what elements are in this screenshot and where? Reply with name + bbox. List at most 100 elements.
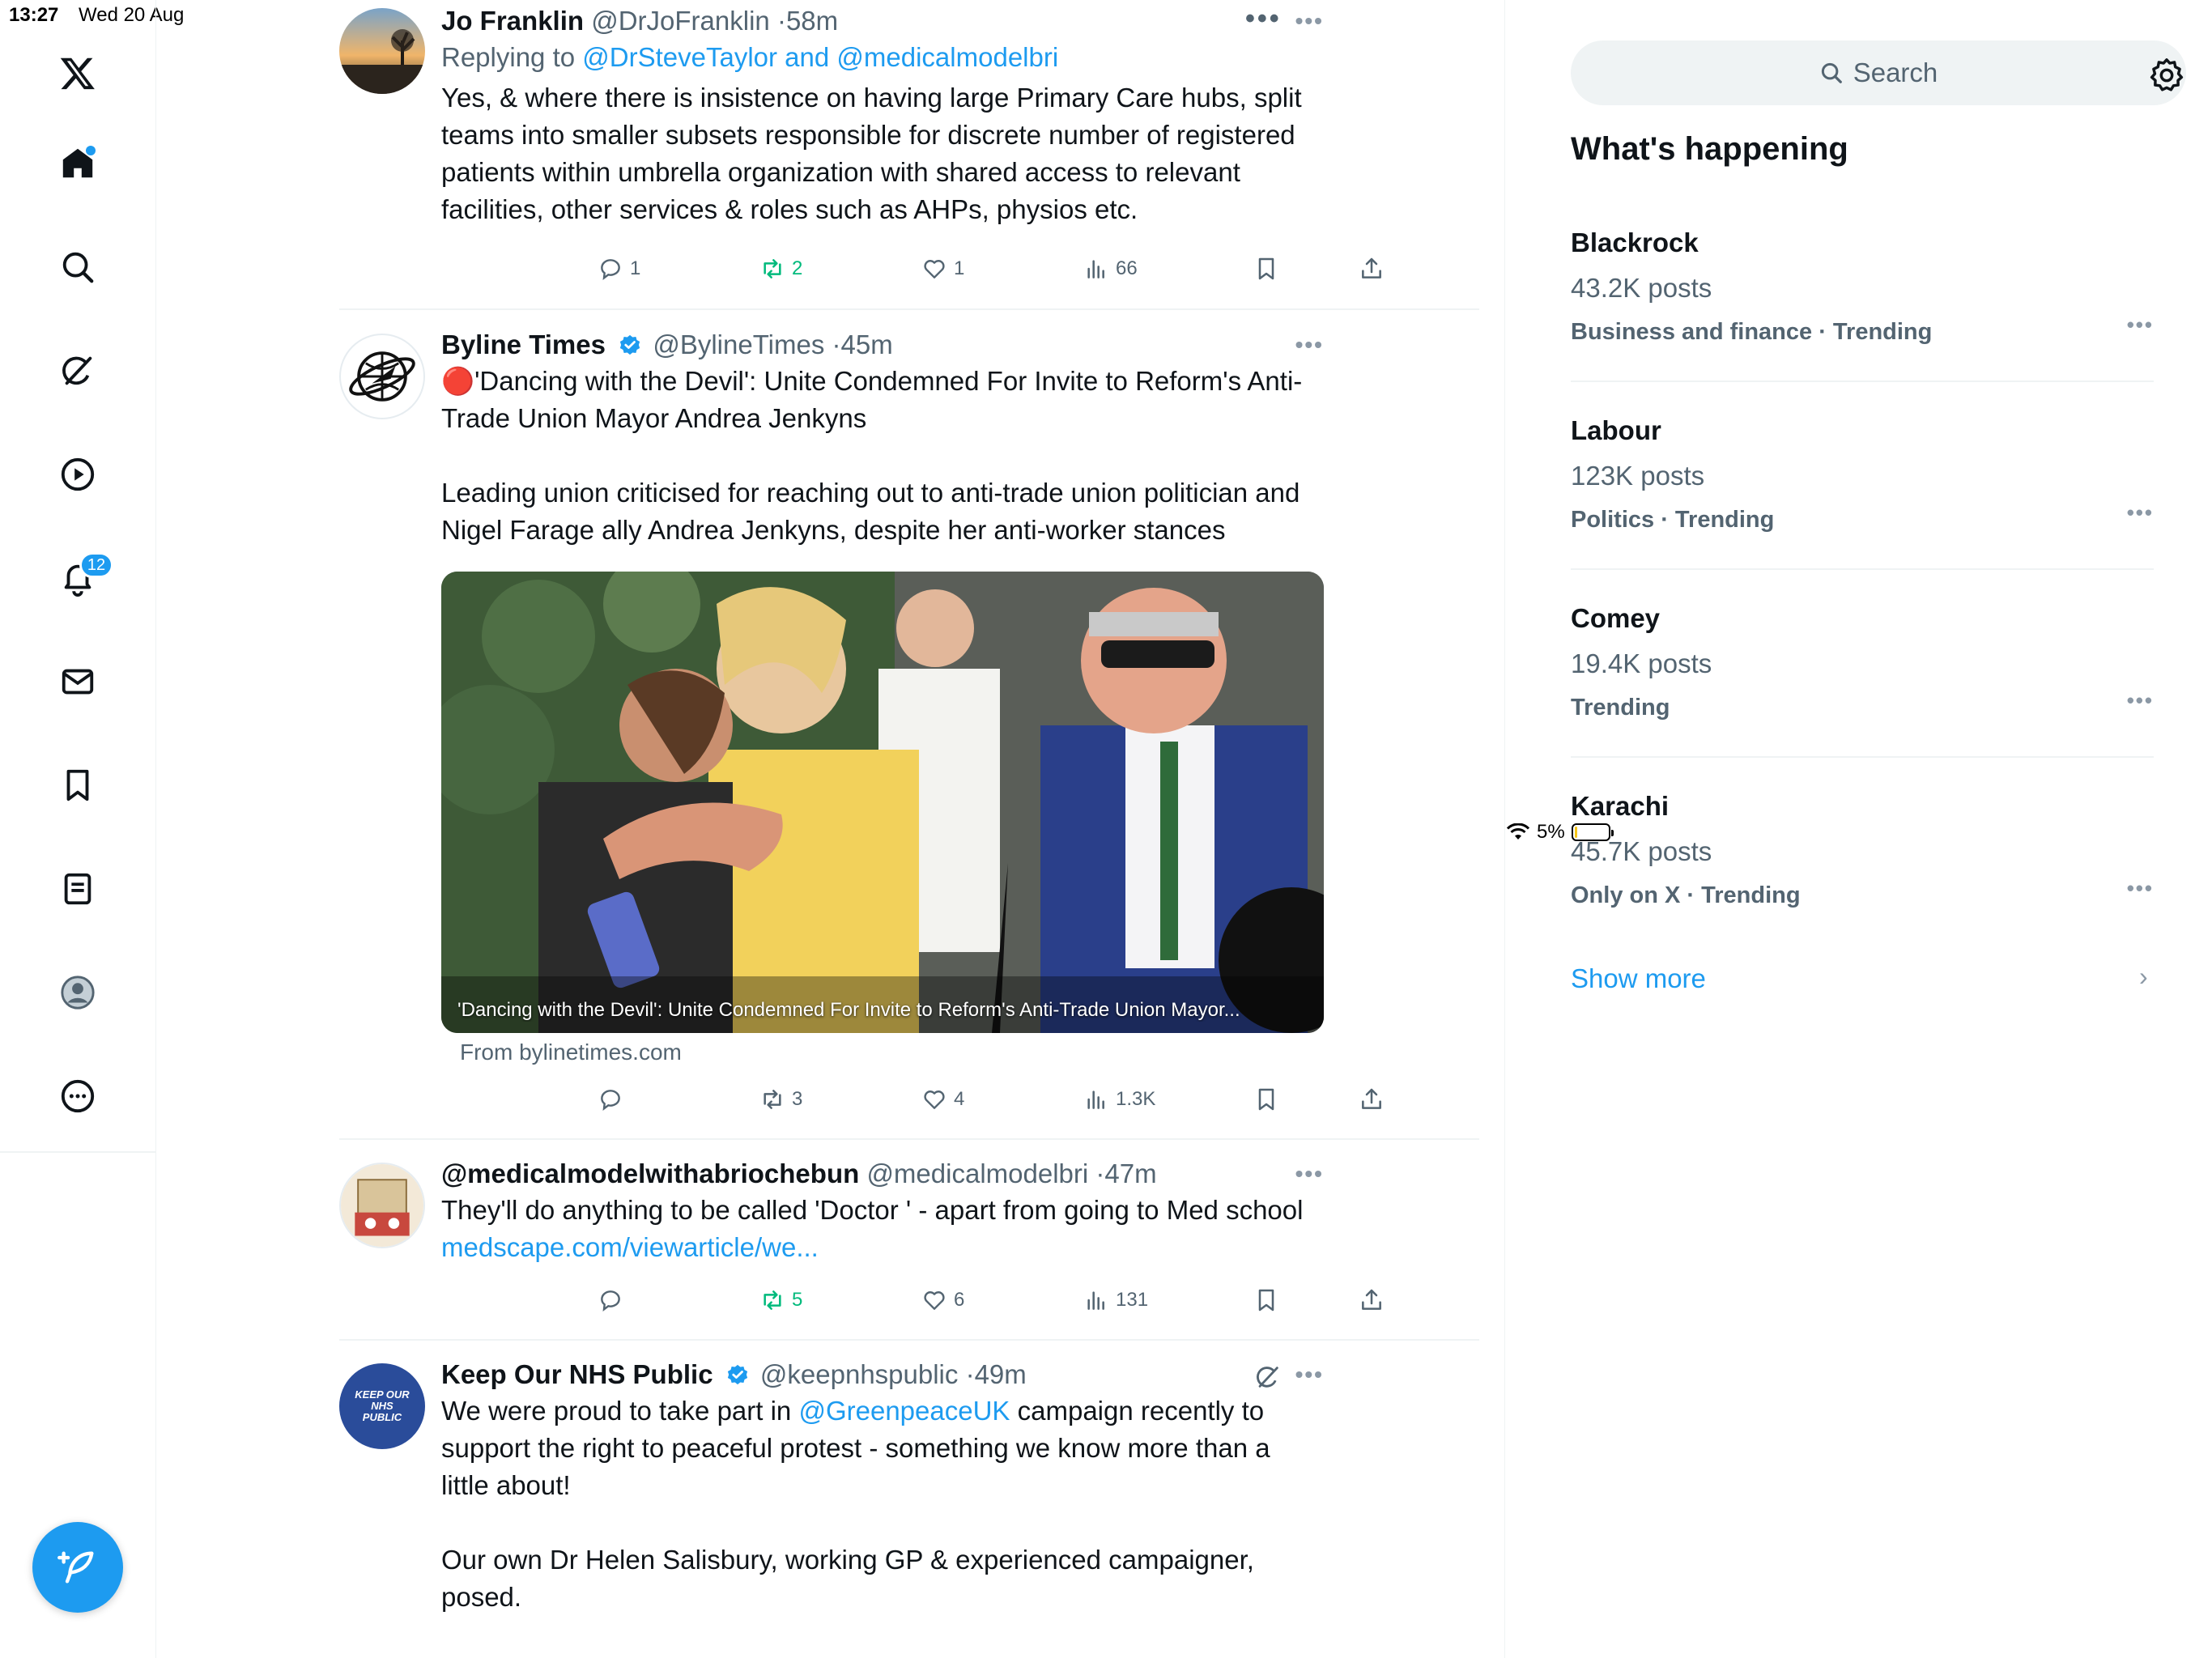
- like-count: 1: [954, 257, 965, 279]
- show-more-link[interactable]: Show more: [1571, 963, 1706, 994]
- like-button[interactable]: 6: [921, 1287, 964, 1313]
- trend-item[interactable]: Karachi 45.7K posts Only on X · Trending…: [1571, 789, 2154, 912]
- views-button[interactable]: 131: [1083, 1287, 1148, 1313]
- nav-divider: [0, 1151, 156, 1153]
- avatar[interactable]: KEEP OUR NHS PUBLIC: [339, 1363, 425, 1449]
- tweet-text: We were proud to take part in: [441, 1396, 792, 1426]
- tweet-text: They'll do anything to be called 'Doctor…: [441, 1195, 1304, 1225]
- trend-more-icon[interactable]: •••: [2127, 688, 2154, 713]
- tweet-time[interactable]: 58m: [786, 6, 838, 36]
- author-handle[interactable]: @keepnhspublic: [760, 1359, 959, 1389]
- tweet-text-2: Our own Dr Helen Salisbury, working GP &…: [441, 1545, 1254, 1612]
- x-logo-icon[interactable]: [45, 40, 110, 105]
- bookmark-button[interactable]: [1253, 256, 1279, 282]
- tweet-time[interactable]: 49m: [975, 1359, 1027, 1389]
- share-button[interactable]: [1359, 256, 1385, 282]
- author-name[interactable]: Keep Our NHS Public: [441, 1359, 713, 1389]
- views-icon: [1087, 1090, 1104, 1109]
- reply-button[interactable]: [598, 1086, 630, 1112]
- compose-feather-icon: [57, 1551, 94, 1584]
- trend-item[interactable]: Comey 19.4K posts Trending •••: [1571, 601, 2154, 724]
- trend-category: Business and finance · Trending: [1571, 319, 1933, 345]
- tweet-time[interactable]: 47m: [1104, 1158, 1156, 1188]
- right-sidebar: Search What's happening Blackrock 43.2K …: [1506, 0, 2212, 1658]
- video-icon[interactable]: [45, 442, 110, 507]
- share-button[interactable]: [1359, 1086, 1385, 1112]
- share-button[interactable]: [1359, 1287, 1385, 1313]
- reply-button[interactable]: 1: [598, 256, 640, 282]
- trend-more-icon[interactable]: •••: [2127, 312, 2154, 338]
- link-card-title: 'Dancing with the Devil': Unite Condemne…: [457, 999, 1240, 1021]
- tweet-link[interactable]: medscape.com/viewarticle/we...: [441, 1232, 819, 1262]
- home-unread-dot: [86, 146, 96, 155]
- trend-divider: [1571, 380, 2154, 382]
- like-count: 4: [954, 1088, 965, 1110]
- trend-item[interactable]: Blackrock 43.2K posts Business and finan…: [1571, 225, 2154, 348]
- settings-gear-icon[interactable]: [2148, 57, 2185, 94]
- tweet-more-icon[interactable]: •••: [1295, 1161, 1324, 1187]
- separator: ·: [965, 1359, 975, 1389]
- search-input[interactable]: Search: [1571, 40, 2186, 105]
- more-icon[interactable]: [45, 1064, 110, 1129]
- author-name[interactable]: @medicalmodelwithabriochebun: [441, 1158, 859, 1188]
- tweet-header: @medicalmodelwithabriochebun @medicalmod…: [441, 1156, 1324, 1192]
- author-handle[interactable]: @medicalmodelbri: [866, 1158, 1088, 1188]
- tweet-more-icon[interactable]: •••: [1295, 1362, 1324, 1388]
- trend-item[interactable]: Labour 123K posts Politics · Trending ••…: [1571, 413, 2154, 536]
- views-button[interactable]: 1.3K: [1083, 1086, 1155, 1112]
- tweet-mention[interactable]: @GreenpeaceUK: [798, 1396, 1010, 1426]
- like-icon: [924, 1090, 945, 1109]
- repost-icon: [764, 1290, 781, 1310]
- repost-button[interactable]: 2: [759, 256, 802, 282]
- grok-icon[interactable]: [1254, 1363, 1282, 1391]
- verified-badge-icon: [727, 1364, 747, 1385]
- author-handle[interactable]: @BylineTimes: [653, 329, 824, 359]
- like-button[interactable]: 4: [921, 1086, 964, 1112]
- tweet-more-icon[interactable]: •••: [1295, 332, 1324, 358]
- bookmarks-icon[interactable]: [45, 753, 110, 818]
- views-icon: [1087, 260, 1104, 278]
- views-icon: [1087, 1291, 1104, 1310]
- home-icon[interactable]: [45, 131, 110, 196]
- lists-icon[interactable]: [45, 857, 110, 921]
- reply-count: 1: [630, 257, 641, 279]
- grok-icon[interactable]: [45, 338, 110, 403]
- views-button[interactable]: 66: [1083, 256, 1138, 282]
- bookmark-button[interactable]: [1253, 1086, 1279, 1112]
- link-card-source[interactable]: From bylinetimes.com: [460, 1039, 1342, 1065]
- repost-button[interactable]: 5: [759, 1287, 802, 1313]
- trend-more-icon[interactable]: •••: [2127, 876, 2154, 901]
- messages-icon[interactable]: [45, 649, 110, 714]
- link-card-image[interactable]: 'Dancing with the Devil': Unite Condemne…: [441, 572, 1324, 1033]
- avatar[interactable]: [339, 8, 425, 94]
- author-handle[interactable]: @DrJoFranklin: [591, 6, 770, 36]
- replying-handles[interactable]: @DrSteveTaylor and @medicalmodelbri: [582, 42, 1058, 72]
- notifications-icon[interactable]: 12: [45, 546, 113, 610]
- bookmark-button[interactable]: [1253, 1287, 1279, 1313]
- tweet-content: Byline Times @BylineTimes ·45m 🔴'Dancing…: [441, 327, 1324, 549]
- timeline: ••• Jo Franklin @DrJoFranklin ·58m Reply…: [156, 0, 1505, 1658]
- tweet-text: Yes, & where there is insistence on havi…: [441, 83, 1302, 224]
- trend-title: Comey: [1571, 603, 1661, 633]
- repost-button[interactable]: 3: [759, 1086, 802, 1112]
- avatar[interactable]: [339, 334, 425, 419]
- tweet-time[interactable]: 45m: [841, 329, 893, 359]
- like-button[interactable]: 1: [921, 256, 964, 282]
- profile-icon[interactable]: [45, 960, 110, 1025]
- search-icon[interactable]: [45, 235, 110, 300]
- link-source-text: From bylinetimes.com: [460, 1039, 682, 1065]
- tweet-more-icon[interactable]: •••: [1295, 8, 1324, 34]
- reply-icon: [601, 1290, 620, 1312]
- compose-button[interactable]: [32, 1522, 123, 1613]
- trend-more-icon[interactable]: •••: [2127, 500, 2154, 525]
- reply-icon: [601, 1090, 620, 1111]
- separator: ·: [776, 6, 786, 36]
- reply-button[interactable]: [598, 1287, 630, 1313]
- author-name[interactable]: Byline Times: [441, 329, 606, 359]
- chevron-right-icon: ›: [2139, 962, 2148, 991]
- trend-title: Karachi: [1571, 791, 1670, 821]
- author-name[interactable]: Jo Franklin: [441, 6, 584, 36]
- avatar[interactable]: [339, 1163, 425, 1248]
- bookmark-icon: [1258, 1088, 1274, 1111]
- tweet-actions: 5 6 131: [598, 1287, 1480, 1320]
